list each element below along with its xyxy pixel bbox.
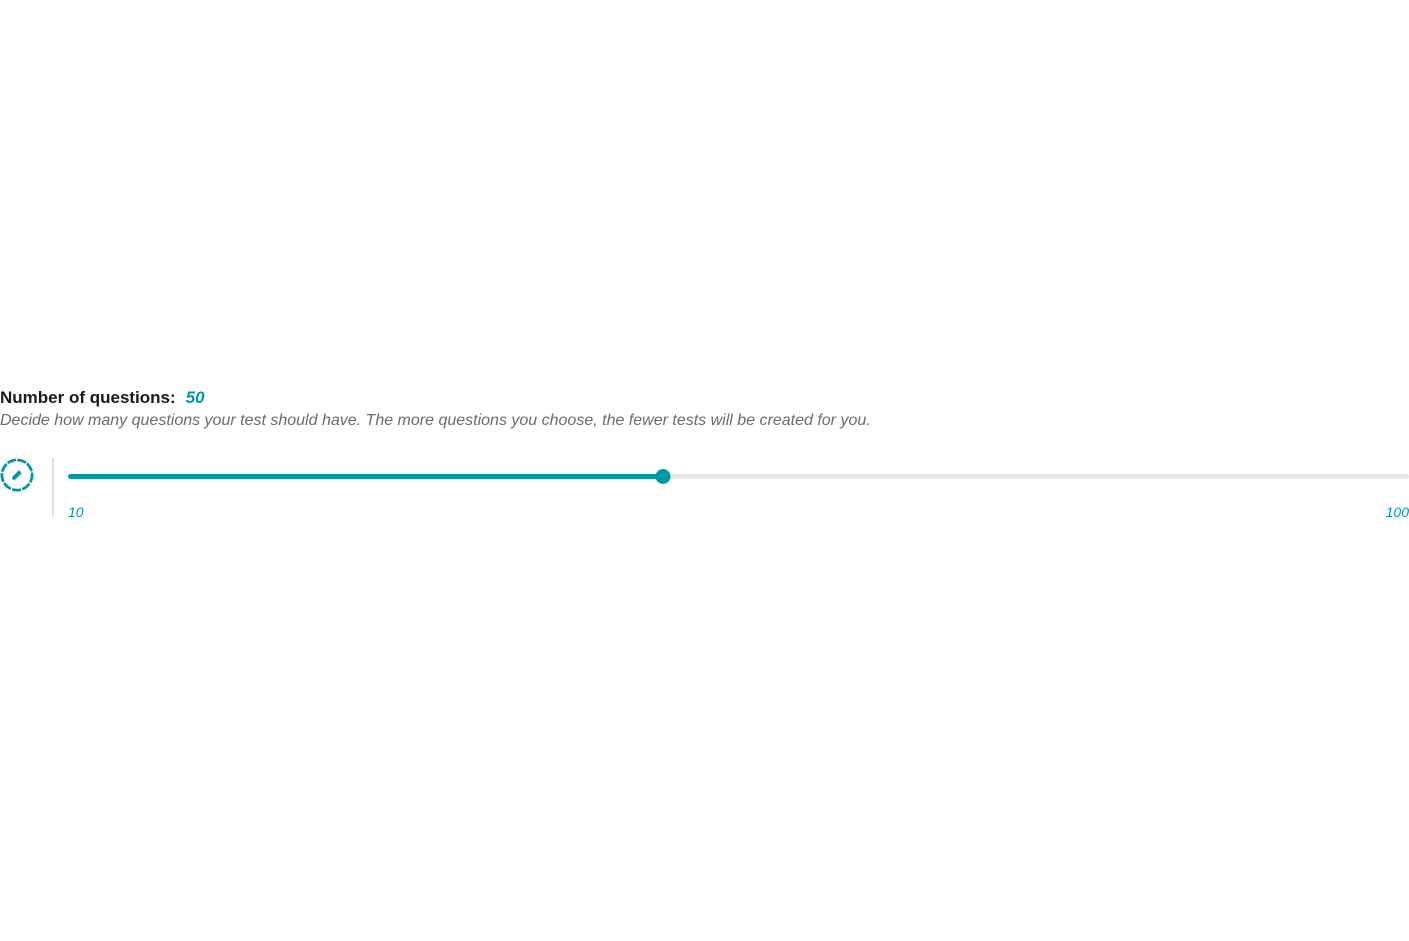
questions-count-value: 50 bbox=[186, 388, 205, 408]
edit-dashed-circle-icon bbox=[0, 458, 34, 492]
description-text: Decide how many questions your test shou… bbox=[0, 412, 1409, 430]
slider-labels: 10 100 bbox=[68, 504, 1409, 520]
questions-slider[interactable] bbox=[68, 468, 1409, 484]
edit-icon-container bbox=[0, 458, 34, 492]
slider-thumb[interactable] bbox=[656, 469, 671, 484]
questions-count-label: Number of questions: bbox=[0, 388, 176, 408]
slider-section: 10 100 bbox=[0, 458, 1409, 520]
slider-max-label: 100 bbox=[1386, 504, 1409, 520]
slider-area: 10 100 bbox=[68, 458, 1409, 520]
slider-min-label: 10 bbox=[68, 504, 84, 520]
vertical-divider bbox=[52, 458, 54, 516]
slider-track-fill bbox=[68, 474, 663, 479]
heading-row: Number of questions: 50 bbox=[0, 388, 1409, 408]
